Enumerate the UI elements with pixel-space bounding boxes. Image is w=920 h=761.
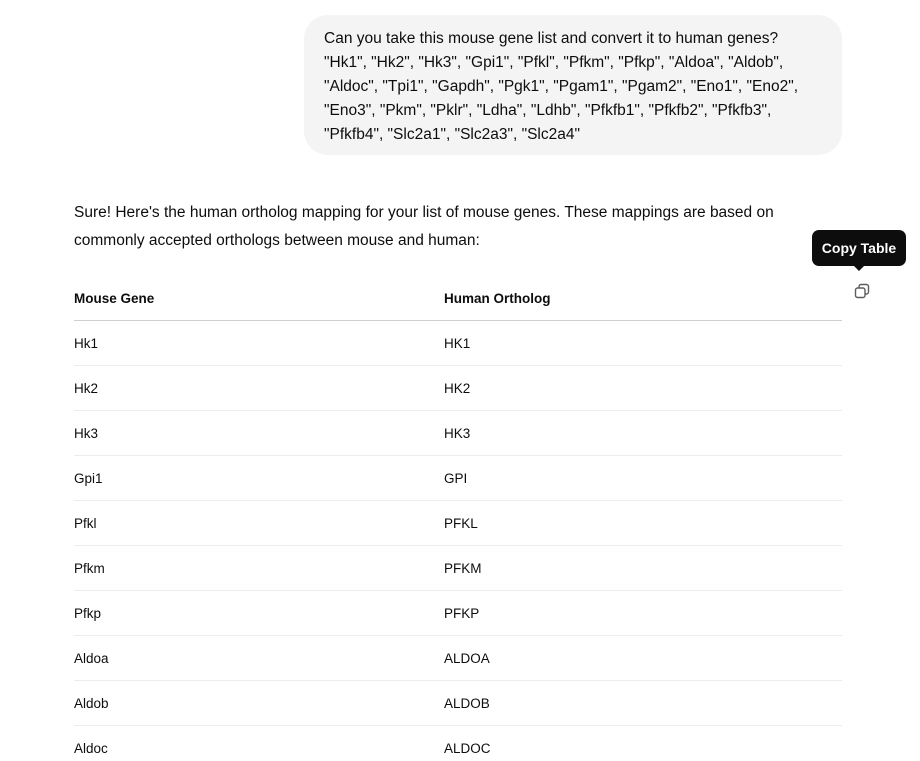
human-ortholog-cell: GPI	[444, 455, 842, 501]
table-row: Hk1 HK1	[74, 320, 842, 366]
human-ortholog-cell: HK3	[444, 410, 842, 456]
mouse-gene-cell: Pfkl	[74, 500, 444, 546]
mouse-gene-cell: Pfkp	[74, 590, 444, 636]
copy-table-tooltip: Copy Table	[812, 230, 906, 266]
human-ortholog-cell: PFKP	[444, 590, 842, 636]
table-row: Aldoc ALDOC	[74, 725, 842, 761]
user-message-line: "Aldoc", "Tpi1", "Gapdh", "Pgk1", "Pgam1…	[324, 78, 799, 95]
user-message-line: Can you take this mouse gene list and co…	[324, 30, 779, 47]
human-ortholog-cell: ALDOC	[444, 725, 842, 761]
table-header-row: Mouse Gene Human Ortholog	[74, 276, 842, 321]
copy-table-button[interactable]	[851, 281, 873, 301]
table-row: Pfkl PFKL	[74, 500, 842, 546]
human-ortholog-cell: HK1	[444, 320, 842, 366]
table-row: Hk3 HK3	[74, 410, 842, 456]
human-ortholog-cell: PFKM	[444, 545, 842, 591]
mouse-gene-cell: Aldoa	[74, 635, 444, 681]
mouse-gene-cell: Gpi1	[74, 455, 444, 501]
assistant-intro-text: Sure! Here's the human ortholog mapping …	[74, 199, 814, 255]
header-human-ortholog: Human Ortholog	[444, 276, 842, 321]
mouse-gene-cell: Hk2	[74, 365, 444, 411]
copy-icon	[854, 283, 870, 299]
mouse-gene-cell: Hk3	[74, 410, 444, 456]
human-ortholog-cell: ALDOB	[444, 680, 842, 726]
user-message-line: "Pfkfb4", "Slc2a1", "Slc2a3", "Slc2a4"	[324, 126, 580, 143]
table-row: Aldob ALDOB	[74, 680, 842, 726]
human-ortholog-cell: ALDOA	[444, 635, 842, 681]
table-row: Pfkm PFKM	[74, 545, 842, 591]
mouse-gene-cell: Aldob	[74, 680, 444, 726]
header-mouse-gene: Mouse Gene	[74, 276, 444, 321]
table-row: Gpi1 GPI	[74, 455, 842, 501]
table-row: Aldoa ALDOA	[74, 635, 842, 681]
assistant-intro-line: commonly accepted orthologs between mous…	[74, 232, 480, 249]
ortholog-table: Mouse Gene Human Ortholog Hk1 HK1 Hk2 HK…	[74, 276, 842, 761]
user-message-line: "Eno3", "Pkm", "Pklr", "Ldha", "Ldhb", "…	[324, 102, 772, 119]
mouse-gene-cell: Pfkm	[74, 545, 444, 591]
mouse-gene-cell: Aldoc	[74, 725, 444, 761]
user-message-bubble: Can you take this mouse gene list and co…	[304, 15, 842, 155]
table-row: Hk2 HK2	[74, 365, 842, 411]
human-ortholog-cell: HK2	[444, 365, 842, 411]
mouse-gene-cell: Hk1	[74, 320, 444, 366]
assistant-intro-line: Sure! Here's the human ortholog mapping …	[74, 204, 774, 221]
human-ortholog-cell: PFKL	[444, 500, 842, 546]
user-message-line: "Hk1", "Hk2", "Hk3", "Gpi1", "Pfkl", "Pf…	[324, 54, 784, 71]
tooltip-arrow	[853, 265, 865, 271]
table-row: Pfkp PFKP	[74, 590, 842, 636]
